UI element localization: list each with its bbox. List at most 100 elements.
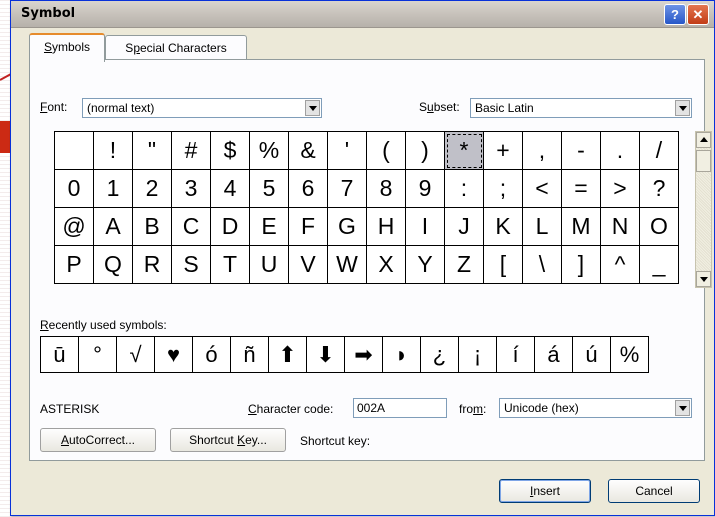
symbol-cell[interactable]: ^ (601, 246, 640, 284)
recent-symbol-cell[interactable]: ¡ (459, 337, 497, 373)
symbol-cell[interactable]: V (289, 246, 328, 284)
symbol-cell[interactable]: P (55, 246, 94, 284)
symbol-cell[interactable]: ? (640, 170, 679, 208)
title-bar[interactable]: Symbol ? ✕ (11, 1, 714, 28)
symbol-cell[interactable]: [ (484, 246, 523, 284)
symbol-cell[interactable]: X (367, 246, 406, 284)
symbol-cell[interactable]: I (406, 208, 445, 246)
symbol-cell[interactable]: W (328, 246, 367, 284)
symbol-cell[interactable]: ; (484, 170, 523, 208)
scroll-up-icon[interactable] (696, 132, 711, 148)
symbol-cell[interactable]: # (172, 132, 211, 170)
symbol-cell[interactable]: < (523, 170, 562, 208)
symbol-cell[interactable]: & (289, 132, 328, 170)
symbol-cell[interactable]: D (211, 208, 250, 246)
cancel-button[interactable]: Cancel (608, 479, 700, 503)
symbol-cell[interactable]: " (133, 132, 172, 170)
chevron-down-icon[interactable] (675, 100, 690, 116)
symbol-cell[interactable]: 1 (94, 170, 133, 208)
symbol-cell[interactable]: ( (367, 132, 406, 170)
scroll-down-icon[interactable] (696, 271, 711, 287)
recent-symbol-cell[interactable]: ⬇ (307, 337, 345, 373)
shortcut-key-button[interactable]: Shortcut Key... (170, 428, 286, 452)
tab-special-characters[interactable]: Special Characters (105, 35, 247, 60)
chevron-down-icon[interactable] (305, 100, 320, 116)
symbol-cell[interactable]: - (562, 132, 601, 170)
symbol-cell[interactable]: U (250, 246, 289, 284)
symbol-cell[interactable]: E (250, 208, 289, 246)
symbol-cell[interactable]: H (367, 208, 406, 246)
chevron-down-icon[interactable] (675, 400, 690, 416)
symbol-cell[interactable]: 2 (133, 170, 172, 208)
recent-symbol-cell[interactable]: √ (117, 337, 155, 373)
recent-symbol-cell[interactable]: ó (193, 337, 231, 373)
symbol-cell[interactable]: * (445, 132, 484, 170)
symbol-cell[interactable]: ) (406, 132, 445, 170)
recent-symbol-cell[interactable]: ū (41, 337, 79, 373)
recent-symbol-cell[interactable]: ° (79, 337, 117, 373)
symbol-cell[interactable]: R (133, 246, 172, 284)
symbol-cell[interactable]: 9 (406, 170, 445, 208)
insert-button[interactable]: Insert (499, 479, 591, 503)
symbol-cell[interactable]: 8 (367, 170, 406, 208)
symbol-cell[interactable]: Y (406, 246, 445, 284)
symbol-cell[interactable]: ! (94, 132, 133, 170)
close-button[interactable]: ✕ (687, 4, 709, 25)
symbol-cell[interactable]: . (601, 132, 640, 170)
symbol-cell[interactable]: 4 (211, 170, 250, 208)
symbol-cell[interactable]: A (94, 208, 133, 246)
symbol-cell[interactable]: Q (94, 246, 133, 284)
recent-symbol-cell[interactable]: ú (573, 337, 611, 373)
symbol-cell[interactable]: K (484, 208, 523, 246)
recent-symbol-cell[interactable]: ♥ (155, 337, 193, 373)
symbol-cell[interactable]: M (562, 208, 601, 246)
recent-symbol-cell[interactable]: ñ (231, 337, 269, 373)
symbol-cell[interactable]: : (445, 170, 484, 208)
recent-symbol-cell[interactable]: í (497, 337, 535, 373)
symbol-cell[interactable]: N (601, 208, 640, 246)
tab-symbols[interactable]: Symbols (29, 33, 105, 62)
symbol-cell[interactable]: > (601, 170, 640, 208)
symbol-cell[interactable]: ' (328, 132, 367, 170)
symbol-cell[interactable]: % (250, 132, 289, 170)
symbol-cell[interactable]: 5 (250, 170, 289, 208)
autocorrect-button[interactable]: AutoCorrect... (40, 428, 156, 452)
recent-symbol-cell[interactable]: ¿ (421, 337, 459, 373)
subset-select[interactable]: Basic Latin (470, 98, 692, 118)
recent-symbol-cell[interactable]: ◗ (383, 337, 421, 373)
symbol-cell[interactable]: @ (55, 208, 94, 246)
symbol-cell[interactable]: G (328, 208, 367, 246)
symbol-cell[interactable]: 7 (328, 170, 367, 208)
symbol-cell[interactable]: T (211, 246, 250, 284)
symbol-cell[interactable]: B (133, 208, 172, 246)
symbol-cell[interactable]: L (523, 208, 562, 246)
character-code-input[interactable]: 002A (353, 398, 447, 418)
symbol-cell[interactable]: 0 (55, 170, 94, 208)
symbol-cell[interactable]: S (172, 246, 211, 284)
symbol-cell[interactable]: J (445, 208, 484, 246)
symbol-cell[interactable]: Z (445, 246, 484, 284)
symbol-cell[interactable]: , (523, 132, 562, 170)
scroll-thumb[interactable] (696, 150, 711, 172)
symbol-cell[interactable]: ] (562, 246, 601, 284)
from-select[interactable]: Unicode (hex) (499, 398, 692, 418)
symbol-cell[interactable]: F (289, 208, 328, 246)
symbol-cell[interactable] (55, 132, 94, 170)
symbol-cell[interactable]: $ (211, 132, 250, 170)
symbol-cell[interactable]: / (640, 132, 679, 170)
recent-symbol-cell[interactable]: ➡ (345, 337, 383, 373)
symbol-cell[interactable]: C (172, 208, 211, 246)
symbol-grid-scrollbar[interactable] (695, 131, 712, 288)
symbol-cell[interactable]: O (640, 208, 679, 246)
recent-symbol-cell[interactable]: % (611, 337, 649, 373)
recent-symbol-cell[interactable]: á (535, 337, 573, 373)
symbol-cell[interactable]: 6 (289, 170, 328, 208)
symbol-cell[interactable]: + (484, 132, 523, 170)
symbol-cell[interactable]: = (562, 170, 601, 208)
symbol-cell[interactable]: _ (640, 246, 679, 284)
symbol-cell[interactable]: \ (523, 246, 562, 284)
recent-symbol-cell[interactable]: ⬆ (269, 337, 307, 373)
help-button[interactable]: ? (664, 4, 686, 25)
font-select[interactable]: (normal text) (82, 98, 322, 118)
symbol-cell[interactable]: 3 (172, 170, 211, 208)
